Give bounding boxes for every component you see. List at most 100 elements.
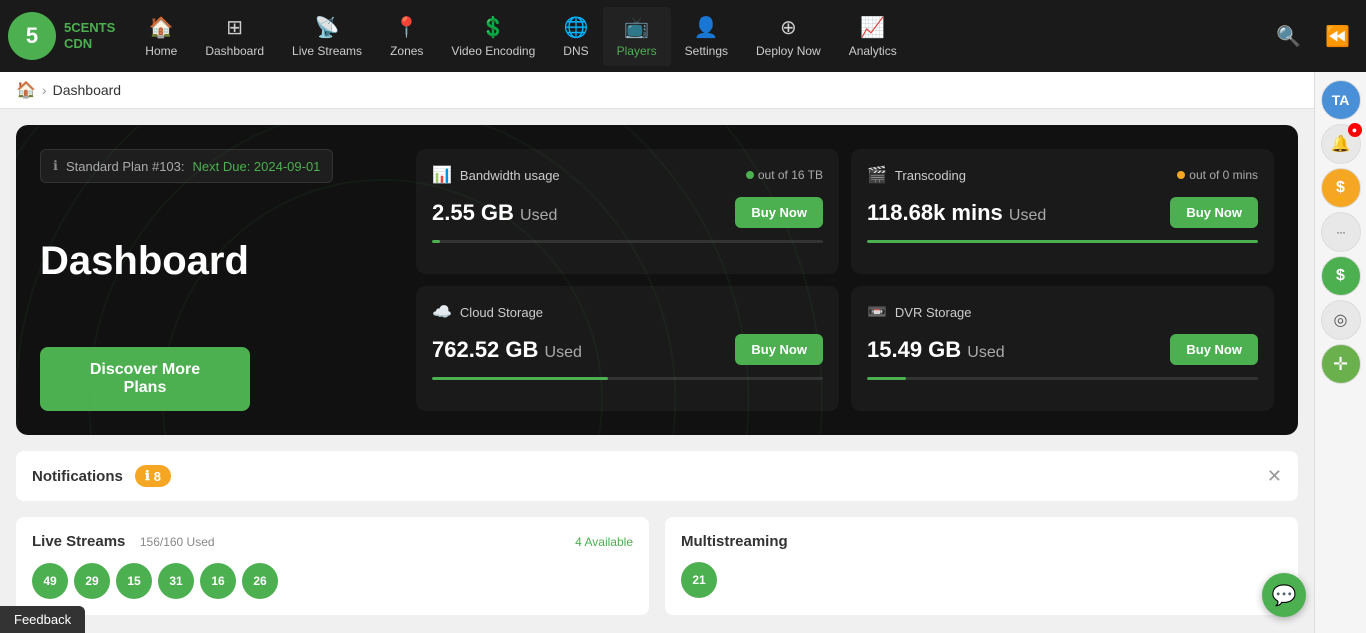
- metric-dot-transcoding: [1177, 171, 1185, 179]
- nav-label-dns: DNS: [563, 44, 588, 58]
- metric-progress-fill-dvr-storage: [867, 377, 906, 380]
- search-icon[interactable]: 🔍: [1268, 16, 1309, 57]
- metric-icon-cloud-storage: ☁️: [432, 302, 452, 322]
- bottom-cards: Live Streams 156/160 Used 4 Available 49…: [16, 517, 1298, 615]
- notif-left: Notifications ℹ 8: [32, 465, 171, 487]
- metric-dot-bandwidth: [746, 171, 754, 179]
- nav-item-video-encoding[interactable]: 💲 Video Encoding: [437, 7, 549, 66]
- metric-value-bandwidth: 2.55 GB Used: [432, 200, 557, 226]
- live-stream-dot-3[interactable]: 31: [158, 563, 194, 599]
- logo-icon: 5: [8, 12, 56, 60]
- nav-label-live-streams: Live Streams: [292, 44, 362, 58]
- notifications-close[interactable]: ✕: [1267, 466, 1282, 487]
- nav-icon-home: 🏠: [149, 15, 174, 40]
- buy-btn-cloud-storage[interactable]: Buy Now: [735, 334, 823, 365]
- dollar2-btn[interactable]: $: [1321, 256, 1361, 296]
- metric-progress-bandwidth: [432, 240, 823, 243]
- metric-title-bandwidth: 📊 Bandwidth usage: [432, 165, 560, 185]
- multistreaming-header: Multistreaming: [681, 533, 1282, 550]
- multistreaming-card: Multistreaming 21: [665, 517, 1298, 615]
- metric-body-cloud-storage: 762.52 GB Used Buy Now: [432, 334, 823, 365]
- home-icon[interactable]: 🏠: [16, 80, 36, 100]
- main-content: ℹ Standard Plan #103: Next Due: 2024-09-…: [0, 109, 1366, 631]
- nav-item-settings[interactable]: 👤 Settings: [671, 7, 742, 66]
- chat-button[interactable]: 💬: [1262, 573, 1306, 617]
- metrics-grid: 📊 Bandwidth usage out of 16 TB 2.55 GB U…: [416, 149, 1274, 411]
- buy-btn-dvr-storage[interactable]: Buy Now: [1170, 334, 1258, 365]
- nav-label-zones: Zones: [390, 44, 423, 58]
- notifications-title: Notifications: [32, 468, 123, 485]
- nav-label-settings: Settings: [685, 44, 728, 58]
- multistreaming-dot-0[interactable]: 21: [681, 562, 717, 598]
- nav-icon-settings: 👤: [694, 15, 719, 40]
- metric-card-bandwidth: 📊 Bandwidth usage out of 16 TB 2.55 GB U…: [416, 149, 839, 274]
- metric-body-dvr-storage: 15.49 GB Used Buy Now: [867, 334, 1258, 365]
- bell-icon: 🔔: [1331, 134, 1351, 154]
- live-stream-dot-5[interactable]: 26: [242, 563, 278, 599]
- live-streams-title-group: Live Streams 156/160 Used: [32, 533, 215, 551]
- buy-btn-transcoding[interactable]: Buy Now: [1170, 197, 1258, 228]
- user-avatar[interactable]: TA: [1321, 80, 1361, 120]
- nav-icon-video-encoding: 💲: [481, 15, 506, 40]
- metric-progress-fill-cloud-storage: [432, 377, 608, 380]
- nav-icon-deploy-now: ⊕: [780, 15, 797, 40]
- nav-label-analytics: Analytics: [849, 44, 897, 58]
- nav-icon-analytics: 📈: [860, 15, 885, 40]
- nav-icon-players: 📺: [624, 15, 649, 40]
- breadcrumb-separator: ›: [42, 82, 47, 98]
- metric-progress-dvr-storage: [867, 377, 1258, 380]
- nav-item-live-streams[interactable]: 📡 Live Streams: [278, 7, 376, 66]
- logo[interactable]: 5 5CENTSCDN: [8, 12, 115, 60]
- metric-card-transcoding: 🎬 Transcoding out of 0 mins 118.68k mins…: [851, 149, 1274, 274]
- metric-limit-transcoding: out of 0 mins: [1189, 168, 1258, 182]
- metric-name-transcoding: Transcoding: [895, 168, 966, 183]
- nav-item-analytics[interactable]: 📈 Analytics: [835, 7, 911, 66]
- metric-value-dvr-storage: 15.49 GB Used: [867, 337, 1005, 363]
- nav-item-zones[interactable]: 📍 Zones: [376, 7, 437, 66]
- metric-name-bandwidth: Bandwidth usage: [460, 168, 560, 183]
- nav-label-deploy-now: Deploy Now: [756, 44, 821, 58]
- metric-icon-transcoding: 🎬: [867, 165, 887, 185]
- live-stream-dot-2[interactable]: 15: [116, 563, 152, 599]
- notifications-section: Notifications ℹ 8 ✕: [16, 451, 1298, 501]
- metric-unit-dvr-storage: Used: [967, 344, 1004, 361]
- notification-bell-btn[interactable]: 🔔 ●: [1321, 124, 1361, 164]
- chat-icon: 💬: [1272, 583, 1297, 608]
- back-icon[interactable]: ⏪: [1317, 16, 1358, 57]
- metric-unit-transcoding: Used: [1009, 207, 1046, 224]
- more-dots-btn[interactable]: ···: [1321, 212, 1361, 252]
- nav-label-home: Home: [145, 44, 177, 58]
- nav-item-deploy-now[interactable]: ⊕ Deploy Now: [742, 7, 835, 66]
- metric-icon-bandwidth: 📊: [432, 165, 452, 185]
- dollar-icon: $: [1336, 179, 1345, 197]
- gamepad-btn[interactable]: ✛: [1321, 344, 1361, 384]
- live-stream-dot-4[interactable]: 16: [200, 563, 236, 599]
- nav-label-players: Players: [617, 44, 657, 58]
- live-stream-dot-1[interactable]: 29: [74, 563, 110, 599]
- dashboard-card: ℹ Standard Plan #103: Next Due: 2024-09-…: [16, 125, 1298, 435]
- nav-item-dashboard[interactable]: ⊞ Dashboard: [191, 7, 278, 66]
- dashboard-left: ℹ Standard Plan #103: Next Due: 2024-09-…: [40, 149, 400, 411]
- nav-item-players[interactable]: 📺 Players: [603, 7, 671, 66]
- buy-btn-bandwidth[interactable]: Buy Now: [735, 197, 823, 228]
- multistreaming-dots: 21: [681, 562, 1282, 598]
- target-btn[interactable]: ◎: [1321, 300, 1361, 340]
- nav-icon-live-streams: 📡: [315, 15, 340, 40]
- nav-item-home[interactable]: 🏠 Home: [131, 7, 191, 66]
- metric-body-transcoding: 118.68k mins Used Buy Now: [867, 197, 1258, 228]
- logo-text: 5CENTSCDN: [64, 20, 115, 51]
- metric-value-transcoding: 118.68k mins Used: [867, 200, 1046, 226]
- nav-label-video-encoding: Video Encoding: [451, 44, 535, 58]
- nav-item-dns[interactable]: 🌐 DNS: [549, 7, 602, 66]
- live-stream-dot-0[interactable]: 49: [32, 563, 68, 599]
- discover-plans-button[interactable]: Discover More Plans: [40, 347, 250, 411]
- main-nav: 5 5CENTSCDN 🏠 Home ⊞ Dashboard 📡 Live St…: [0, 0, 1366, 72]
- metric-title-transcoding: 🎬 Transcoding: [867, 165, 966, 185]
- dollar-btn[interactable]: $: [1321, 168, 1361, 208]
- metric-header-cloud-storage: ☁️ Cloud Storage: [432, 302, 823, 322]
- nav-right: 🔍 ⏪: [1268, 16, 1358, 57]
- metric-header-transcoding: 🎬 Transcoding out of 0 mins: [867, 165, 1258, 185]
- feedback-bar[interactable]: Feedback: [0, 606, 85, 633]
- nav-icon-dashboard: ⊞: [226, 15, 243, 40]
- metric-body-bandwidth: 2.55 GB Used Buy Now: [432, 197, 823, 228]
